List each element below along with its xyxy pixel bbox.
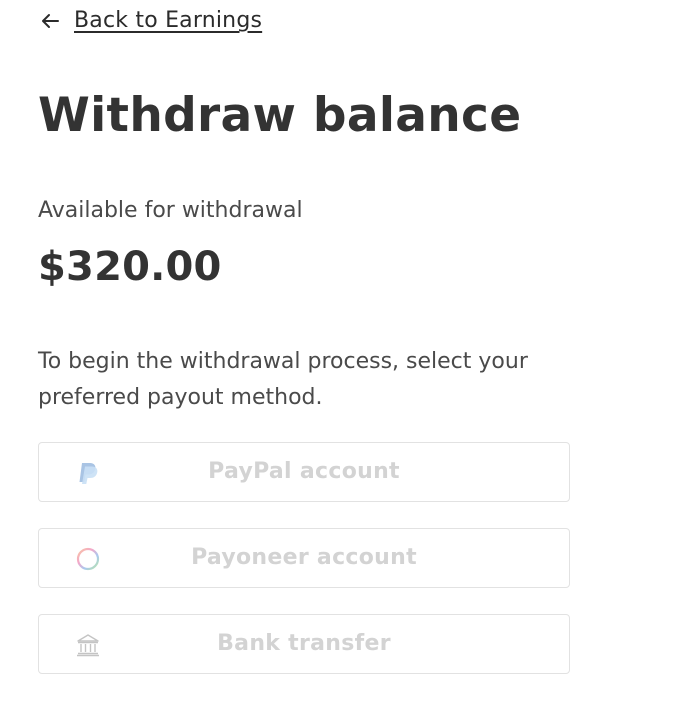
payout-method-label: Payoneer account bbox=[191, 545, 417, 570]
payout-method-payoneer[interactable]: Payoneer account bbox=[38, 528, 570, 588]
payout-method-label: Bank transfer bbox=[217, 631, 391, 656]
withdraw-page: Back to Earnings Withdraw balance Availa… bbox=[0, 0, 696, 722]
payout-instructions: To begin the withdrawal process, select … bbox=[38, 349, 528, 410]
page-title: Withdraw balance bbox=[38, 88, 522, 143]
arrow-left-icon bbox=[42, 13, 59, 28]
available-balance-amount: $320.00 bbox=[38, 244, 222, 290]
back-to-earnings-link[interactable]: Back to Earnings bbox=[38, 8, 262, 33]
payout-method-bank[interactable]: Bank transfer bbox=[38, 614, 570, 674]
payout-method-paypal[interactable]: PayPal account bbox=[38, 442, 570, 502]
available-balance-label: Available for withdrawal bbox=[38, 198, 303, 223]
back-link-label[interactable]: Back to Earnings bbox=[74, 8, 262, 33]
payout-method-label: PayPal account bbox=[208, 459, 400, 484]
